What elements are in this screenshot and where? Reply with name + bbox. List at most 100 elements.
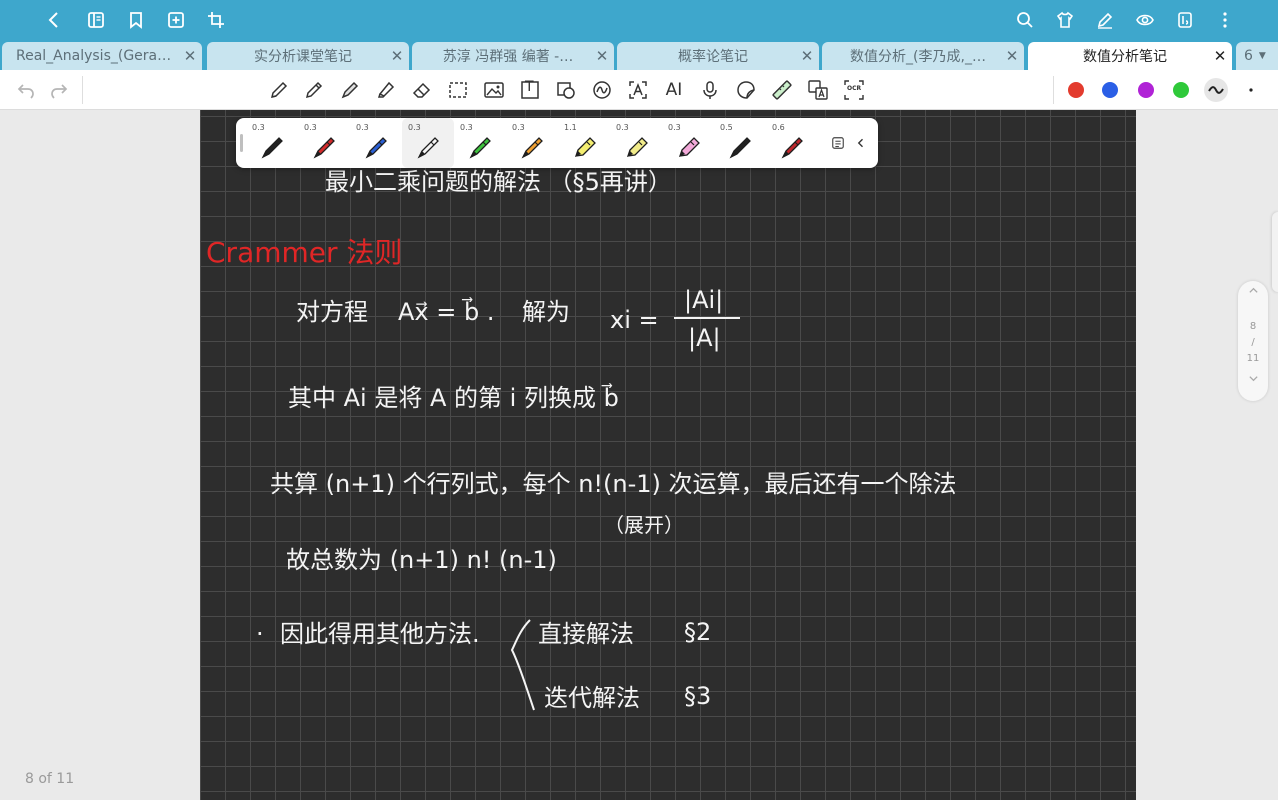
- shape-tool-icon[interactable]: [554, 78, 578, 102]
- color-swatch-purple[interactable]: [1138, 82, 1154, 98]
- ai-tool-icon[interactable]: AI: [662, 78, 686, 102]
- highlighter-icon: [679, 137, 700, 157]
- pen-preset-1[interactable]: 0.3: [246, 118, 298, 168]
- ocr-icon[interactable]: OCR: [842, 78, 866, 102]
- pen-icon: [781, 137, 803, 159]
- note-bullet: ·: [256, 620, 264, 648]
- pen-icon: [313, 137, 335, 159]
- eraser-tool-icon[interactable]: [410, 78, 434, 102]
- palette-settings-icon[interactable]: [826, 131, 850, 155]
- palette-drag-handle[interactable]: [240, 134, 243, 152]
- pen-settings-icon[interactable]: [1093, 8, 1117, 32]
- top-app-bar: [0, 0, 1278, 40]
- pen-preset-7[interactable]: 1.1: [558, 118, 610, 168]
- tab-probability-notes[interactable]: 概率论笔记 ✕: [617, 42, 819, 70]
- pencil-tool-icon[interactable]: [302, 78, 326, 102]
- page-down-icon[interactable]: [1238, 369, 1268, 393]
- tab-overflow[interactable]: 6 ▼: [1236, 42, 1278, 70]
- brush-tool-icon[interactable]: [338, 78, 362, 102]
- side-panel-handle[interactable]: [1272, 212, 1278, 292]
- lasso-select-icon[interactable]: [446, 78, 470, 102]
- pen-width-label: 0.5: [720, 123, 733, 132]
- tab-label: 概率论笔记: [678, 49, 748, 65]
- close-icon[interactable]: ✕: [385, 47, 409, 65]
- tab-real-analysis[interactable]: Real_Analysis_(Gera… ✕: [2, 42, 202, 70]
- note-heading: Crammer 法则: [206, 236, 402, 269]
- page-view-icon[interactable]: [1173, 8, 1197, 32]
- note-line-top: 最小二乘问题的解法 （§5再讲）: [325, 168, 672, 196]
- translate-icon[interactable]: [806, 78, 830, 102]
- note-eq-system: Ax⃗ = b⃗ .: [398, 297, 494, 326]
- color-swatch-red[interactable]: [1068, 82, 1084, 98]
- text-tool-label: T: [525, 79, 534, 95]
- page-navigator: 8 / 11: [1238, 281, 1268, 401]
- add-page-icon[interactable]: [164, 8, 188, 32]
- note-method-2-ref: §3: [684, 682, 711, 710]
- sidebar-icon[interactable]: [84, 8, 108, 32]
- pen-width-label: 0.3: [616, 123, 629, 132]
- pen-preset-3[interactable]: 0.3: [350, 118, 402, 168]
- highlighter-icon: [575, 137, 596, 157]
- bookmark-icon[interactable]: [124, 8, 148, 32]
- pen-preset-6[interactable]: 0.3: [506, 118, 558, 168]
- undo-icon[interactable]: [14, 78, 38, 102]
- close-icon[interactable]: ✕: [590, 47, 614, 65]
- text-box-icon[interactable]: T: [518, 78, 542, 102]
- close-icon[interactable]: ✕: [1208, 47, 1232, 65]
- ocr-label: OCR: [847, 85, 862, 92]
- tab-strip: Real_Analysis_(Gera… ✕ 实分析课堂笔记 ✕ 苏淳 冯群强 …: [0, 40, 1278, 70]
- color-swatch-green[interactable]: [1173, 82, 1189, 98]
- handwriting-recognition-icon[interactable]: [590, 78, 614, 102]
- pen-width-label: 0.6: [772, 123, 785, 132]
- page-up-icon[interactable]: [1238, 281, 1268, 305]
- back-icon[interactable]: [42, 8, 66, 32]
- pen-preset-9[interactable]: 0.3: [662, 118, 714, 168]
- shirt-icon[interactable]: [1053, 8, 1077, 32]
- tab-numerical-analysis-notes[interactable]: 数值分析笔记 ✕: [1028, 42, 1232, 70]
- close-icon[interactable]: ✕: [795, 47, 819, 65]
- note-eq-var: xi =: [610, 306, 659, 334]
- note-canvas[interactable]: 最小二乘问题的解法 （§5再讲） Crammer 法则 对方程 Ax⃗ = b⃗…: [200, 110, 1136, 800]
- tab-probability-book[interactable]: 苏淳 冯群强 编著 -… ✕: [412, 42, 614, 70]
- pen-preset-10[interactable]: 0.5: [714, 118, 766, 168]
- brace-mark: [510, 619, 535, 711]
- search-icon[interactable]: [1013, 8, 1037, 32]
- pen-tool-icon[interactable]: [267, 78, 291, 102]
- note-line-5: 因此得用其他方法.: [280, 620, 480, 648]
- ruler-icon[interactable]: [770, 78, 794, 102]
- tab-label: Real_Analysis_(Gera…: [16, 48, 172, 64]
- pen-preset-8[interactable]: 0.3: [610, 118, 662, 168]
- pen-palette: 0.3 0.3 0.3 0.3 0.3 0.3 1.1 0.3 0.3 0.5 0.6: [236, 118, 878, 168]
- note-method-2: 迭代解法: [544, 684, 640, 712]
- tab-real-analysis-notes[interactable]: 实分析课堂笔记 ✕: [207, 42, 409, 70]
- note-line-3-annotation: （展开）: [604, 513, 684, 537]
- note-eq-intro: 对方程: [296, 298, 368, 326]
- close-icon[interactable]: ✕: [1000, 47, 1024, 65]
- pen-width-label: 0.3: [668, 123, 681, 132]
- close-icon[interactable]: ✕: [178, 47, 202, 65]
- chevron-left-icon[interactable]: [849, 131, 873, 155]
- crop-icon[interactable]: [204, 8, 228, 32]
- eye-icon[interactable]: [1133, 8, 1157, 32]
- stroke-style-icon[interactable]: [1204, 78, 1228, 102]
- more-icon[interactable]: [1213, 8, 1237, 32]
- ai-tool-label: AI: [665, 80, 683, 100]
- pen-preset-4[interactable]: 0.3: [402, 118, 454, 168]
- pen-width-label: 1.1: [564, 123, 577, 132]
- tab-numerical-analysis-book[interactable]: 数值分析_(李乃成,_… ✕: [822, 42, 1024, 70]
- image-icon[interactable]: [482, 78, 506, 102]
- redo-icon[interactable]: [47, 78, 71, 102]
- pen-preset-5[interactable]: 0.3: [454, 118, 506, 168]
- page-separator: /: [1251, 337, 1255, 348]
- pen-icon: [417, 137, 439, 159]
- dot-size-icon[interactable]: [1239, 78, 1263, 102]
- note-eq-denominator: |A|: [688, 324, 721, 352]
- highlighter-tool-icon[interactable]: [374, 78, 398, 102]
- note-eq-solution-label: 解为: [522, 298, 570, 326]
- color-swatch-blue[interactable]: [1102, 82, 1118, 98]
- text-recognition-icon[interactable]: [626, 78, 650, 102]
- pen-preset-2[interactable]: 0.3: [298, 118, 350, 168]
- sticker-icon[interactable]: [734, 78, 758, 102]
- pen-preset-11[interactable]: 0.6: [766, 118, 818, 168]
- microphone-icon[interactable]: [698, 78, 722, 102]
